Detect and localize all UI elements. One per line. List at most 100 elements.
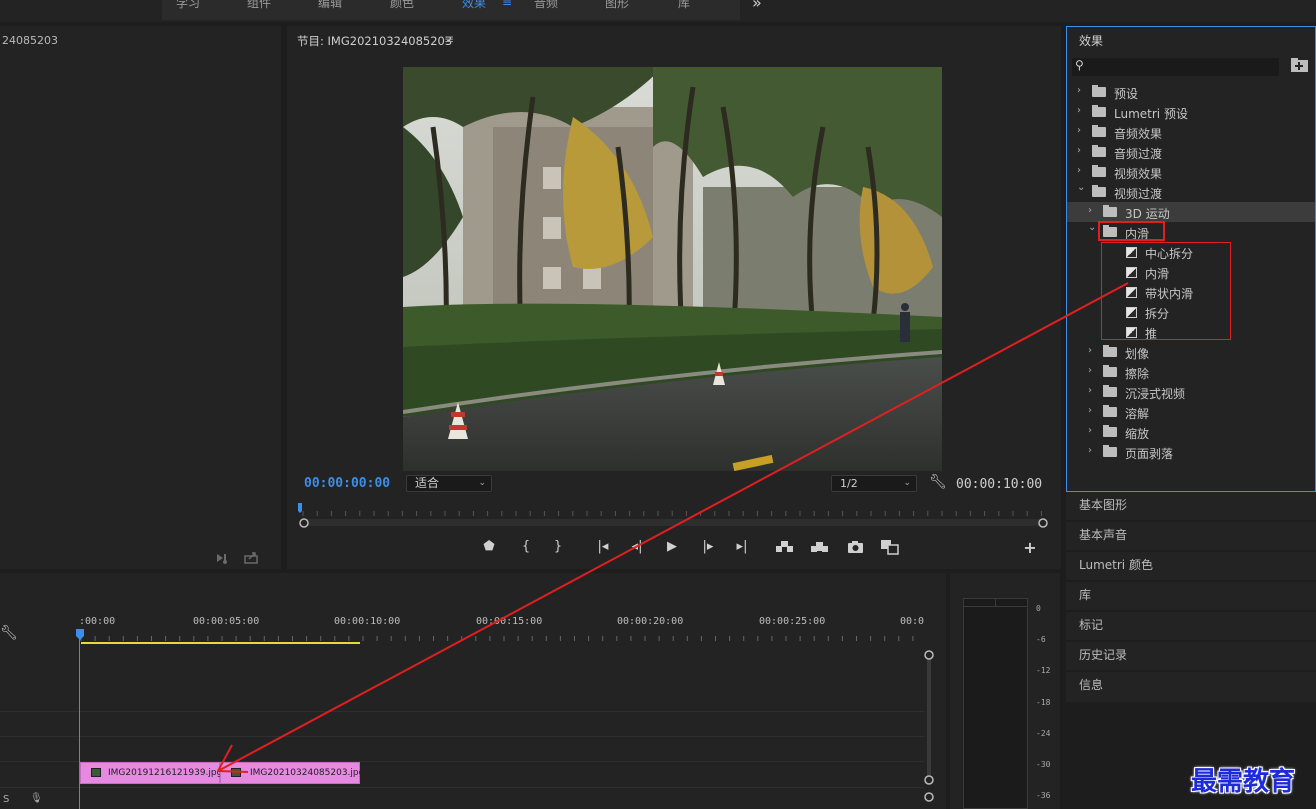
timeline-playhead[interactable] bbox=[79, 631, 80, 809]
workspace-tab-assembly[interactable]: 组件 bbox=[247, 0, 271, 11]
chevron-right-icon[interactable]: › bbox=[1088, 365, 1092, 376]
workspace-tab-audio[interactable]: 音频 bbox=[534, 0, 558, 11]
timeline-clip[interactable]: IMG20191216121939.jpg bbox=[80, 762, 222, 784]
panel-info[interactable]: 信息 bbox=[1066, 672, 1316, 702]
chevron-right-icon[interactable]: › bbox=[1077, 165, 1081, 176]
effects-tree-item[interactable]: › 音频过渡 bbox=[1067, 142, 1315, 162]
effects-tree-item[interactable]: › 溶解 bbox=[1067, 402, 1315, 422]
chevron-right-icon[interactable]: › bbox=[1077, 105, 1081, 116]
workspace-tab-graphics[interactable]: 图形 bbox=[605, 0, 629, 11]
effects-tree-item[interactable]: › 擦除 bbox=[1067, 362, 1315, 382]
chevron-down-icon[interactable]: ⌄ bbox=[1077, 182, 1085, 193]
compare-icon[interactable] bbox=[880, 539, 900, 555]
new-custom-bin-icon[interactable] bbox=[1291, 58, 1308, 72]
more-workspaces-button[interactable]: » bbox=[752, 0, 762, 12]
track-divider bbox=[0, 711, 924, 712]
image-clip-icon bbox=[231, 768, 241, 777]
go-to-out-icon[interactable]: ▸| bbox=[733, 539, 751, 554]
workspace-tab-effects[interactable]: 效果 bbox=[462, 0, 486, 11]
effects-tree-item[interactable]: › 页面剥落 bbox=[1067, 442, 1315, 462]
playhead-handle[interactable] bbox=[76, 629, 84, 641]
workspace-tab-color[interactable]: 颜色 bbox=[390, 0, 414, 11]
chevron-right-icon[interactable]: › bbox=[1088, 445, 1092, 456]
folder-icon bbox=[1092, 185, 1106, 197]
image-clip-icon bbox=[91, 768, 101, 777]
chevron-right-icon[interactable]: › bbox=[1077, 85, 1081, 96]
insert-icon[interactable] bbox=[775, 540, 795, 554]
zoom-handle-right[interactable] bbox=[1038, 518, 1048, 528]
wrench-icon[interactable]: 🔧︎ bbox=[929, 474, 947, 490]
effects-tree-item[interactable]: › 沉浸式视频 bbox=[1067, 382, 1315, 402]
effects-tree-label: 视频过渡 bbox=[1114, 187, 1163, 201]
step-forward-icon[interactable]: |▸ bbox=[699, 539, 717, 554]
audio-meter bbox=[963, 598, 1028, 809]
wrench-icon[interactable]: 🔧︎ bbox=[0, 625, 18, 641]
timeline-clip[interactable]: IMG20210324085203.jpg bbox=[220, 762, 364, 784]
chevron-right-icon[interactable]: › bbox=[1077, 125, 1081, 136]
marker-icon[interactable]: ⬟ bbox=[480, 539, 498, 554]
track-label: S bbox=[3, 794, 10, 805]
folder-icon bbox=[1103, 445, 1117, 457]
playback-resolution-select[interactable]: 1/2 ⌄ bbox=[831, 475, 917, 492]
track-divider bbox=[0, 787, 924, 788]
panel-label: 历史记录 bbox=[1079, 648, 1128, 662]
effects-tree-item[interactable]: › 缩放 bbox=[1067, 422, 1315, 442]
panel-history[interactable]: 历史记录 bbox=[1066, 642, 1316, 670]
export-icon[interactable] bbox=[244, 552, 258, 564]
workspace-tab-editing[interactable]: 编辑 bbox=[318, 0, 342, 11]
play-icon[interactable]: ▶ bbox=[663, 539, 681, 554]
source-panel-title[interactable]: 24085203 bbox=[2, 34, 58, 47]
effects-tree-item[interactable]: › 视频效果 bbox=[1067, 162, 1315, 182]
effects-tree-item[interactable]: › Lumetri 预设 bbox=[1067, 102, 1315, 122]
video-frame[interactable] bbox=[403, 67, 942, 471]
microphone-icon[interactable]: 🎙︎ bbox=[30, 793, 43, 804]
hamburger-icon[interactable]: ≡ bbox=[444, 32, 454, 46]
go-to-in-icon[interactable]: |◂ bbox=[594, 539, 612, 554]
effects-tree-item[interactable]: ⌄ 视频过渡 bbox=[1067, 182, 1315, 202]
current-timecode[interactable]: 00:00:00:00 bbox=[304, 476, 390, 491]
preset-folder-icon bbox=[1092, 105, 1106, 117]
panel-essential-sound[interactable]: 基本声音 bbox=[1066, 522, 1316, 550]
effects-tree-item[interactable]: › 划像 bbox=[1067, 342, 1315, 362]
audio-drag-icon[interactable] bbox=[217, 554, 227, 564]
workspace-tab-libraries[interactable]: 库 bbox=[678, 0, 690, 11]
effects-tree-item[interactable]: › 音频效果 bbox=[1067, 122, 1315, 142]
ruler-label: 00:00:05:00 bbox=[193, 616, 260, 627]
timeline-vertical-scrollbar[interactable] bbox=[924, 650, 934, 792]
panel-essential-graphics[interactable]: 基本图形 bbox=[1066, 492, 1316, 520]
chevron-right-icon[interactable]: › bbox=[1088, 345, 1092, 356]
panel-libraries[interactable]: 库 bbox=[1066, 582, 1316, 610]
overwrite-icon[interactable] bbox=[810, 540, 830, 554]
zoom-handle-left[interactable] bbox=[299, 518, 309, 528]
hamburger-icon[interactable]: ≡ bbox=[502, 0, 512, 9]
chevron-right-icon[interactable]: › bbox=[1077, 145, 1081, 156]
step-back-icon[interactable]: ◂| bbox=[628, 539, 646, 554]
program-time-ruler[interactable] bbox=[297, 500, 1049, 530]
scroll-handle[interactable] bbox=[924, 792, 934, 802]
chevron-down-icon[interactable]: ⌄ bbox=[1088, 222, 1096, 233]
meter-scale-label: -36 bbox=[1036, 791, 1051, 800]
chevron-right-icon[interactable]: › bbox=[1088, 425, 1092, 436]
program-monitor-title[interactable]: 节目: IMG20210324085203 bbox=[297, 33, 452, 49]
folder-icon bbox=[1092, 145, 1106, 157]
playhead-handle[interactable] bbox=[298, 503, 302, 513]
mark-out-icon[interactable]: } bbox=[549, 539, 567, 554]
workspace-tab-learn[interactable]: 学习 bbox=[176, 0, 200, 11]
export-frame-icon[interactable] bbox=[847, 540, 865, 554]
mark-in-icon[interactable]: { bbox=[517, 539, 535, 554]
zoom-fit-select[interactable]: 适合 ⌄ bbox=[406, 475, 492, 492]
fit-select-value: 适合 bbox=[415, 476, 440, 490]
panel-lumetri-color[interactable]: Lumetri 颜色 bbox=[1066, 552, 1316, 580]
effects-search-input[interactable] bbox=[1072, 58, 1279, 76]
chevron-right-icon[interactable]: › bbox=[1088, 205, 1092, 216]
work-area-bar[interactable] bbox=[81, 642, 360, 644]
effects-panel-title[interactable]: 效果 bbox=[1079, 32, 1103, 49]
chevron-right-icon[interactable]: › bbox=[1088, 405, 1092, 416]
effects-tree-item[interactable]: › 3D 运动 bbox=[1067, 202, 1315, 222]
add-button-icon[interactable]: + bbox=[1021, 538, 1039, 557]
folder-icon bbox=[1103, 365, 1117, 377]
effects-tree-item[interactable]: › 预设 bbox=[1067, 82, 1315, 102]
panel-markers[interactable]: 标记 bbox=[1066, 612, 1316, 640]
chevron-right-icon[interactable]: › bbox=[1088, 385, 1092, 396]
duration-timecode: 00:00:10:00 bbox=[956, 477, 1043, 492]
